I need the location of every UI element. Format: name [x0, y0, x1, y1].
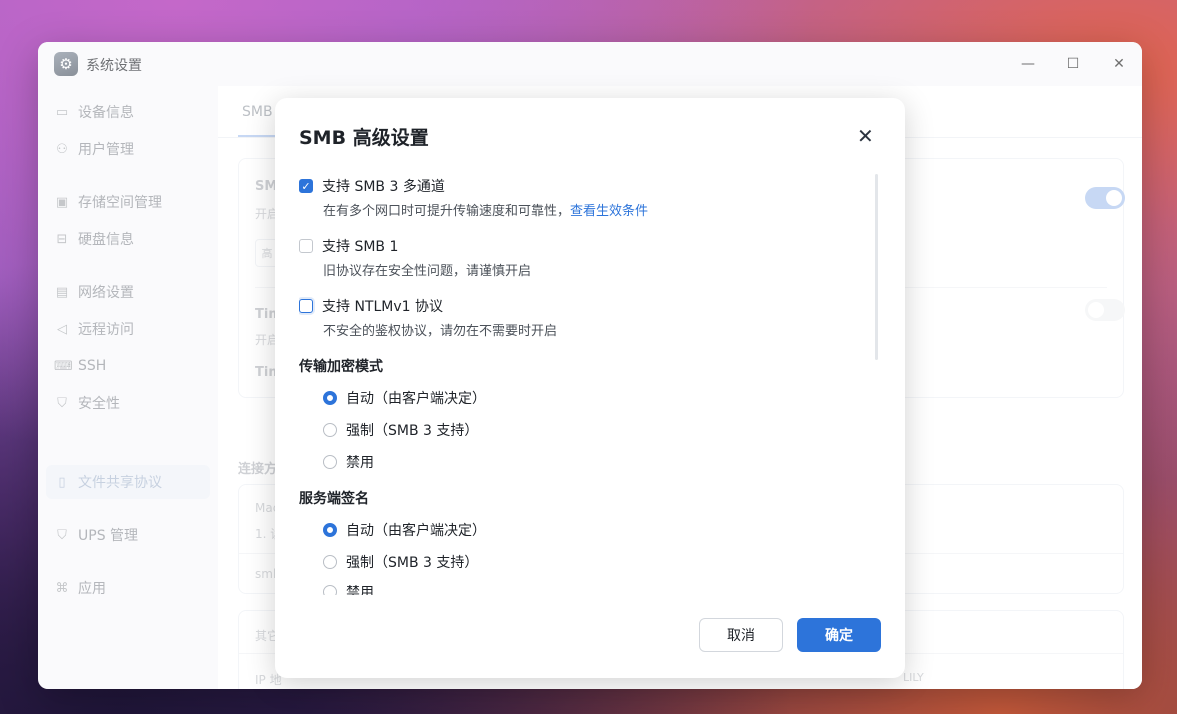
signing-option-auto[interactable]: 自动（由客户端决定）	[323, 520, 486, 540]
checkbox-icon[interactable]	[299, 299, 313, 313]
radio-icon[interactable]	[323, 423, 337, 437]
option-smb3-multichannel[interactable]: ✓ 支持 SMB 3 多通道	[299, 176, 445, 196]
checkbox-checked-icon[interactable]: ✓	[299, 179, 313, 193]
encryption-section-title: 传输加密模式	[299, 359, 383, 375]
option-description-text: 在有多个网口时可提升传输速度和可靠性，	[323, 204, 571, 219]
radio-label: 自动（由客户端决定）	[346, 523, 486, 539]
radio-label: 禁用	[346, 585, 374, 595]
signing-option-force[interactable]: 强制（SMB 3 支持）	[323, 552, 478, 572]
smb-advanced-dialog: SMB 高级设置 ✕ ✓ 支持 SMB 3 多通道 在有多个网口时可提升传输速度…	[275, 98, 905, 678]
signing-option-disable[interactable]: 禁用	[323, 582, 374, 595]
radio-label: 强制（SMB 3 支持）	[346, 555, 479, 571]
option-description: 不安全的鉴权协议，请勿在不需要时开启	[323, 324, 558, 339]
cancel-button[interactable]: 取消	[699, 618, 783, 652]
radio-icon[interactable]	[323, 585, 337, 595]
dialog-body: ✓ 支持 SMB 3 多通道 在有多个网口时可提升传输速度和可靠性，查看生效条件…	[299, 168, 859, 595]
dialog-scrollbar[interactable]	[875, 174, 878, 360]
radio-label: 强制（SMB 3 支持）	[346, 423, 479, 439]
option-description: 在有多个网口时可提升传输速度和可靠性，查看生效条件	[323, 200, 648, 219]
radio-selected-icon[interactable]	[323, 523, 337, 537]
encryption-option-auto[interactable]: 自动（由客户端决定）	[323, 388, 486, 408]
option-label: 支持 SMB 1	[322, 239, 399, 255]
radio-label: 禁用	[346, 455, 374, 471]
option-label: 支持 SMB 3 多通道	[322, 179, 445, 195]
view-conditions-link[interactable]: 查看生效条件	[570, 204, 648, 219]
checkbox-icon[interactable]	[299, 239, 313, 253]
radio-icon[interactable]	[323, 555, 337, 569]
encryption-option-force[interactable]: 强制（SMB 3 支持）	[323, 420, 478, 440]
radio-label: 自动（由客户端决定）	[346, 391, 486, 407]
radio-icon[interactable]	[323, 455, 337, 469]
option-ntlmv1[interactable]: 支持 NTLMv1 协议	[299, 296, 443, 316]
dialog-close-icon[interactable]: ✕	[857, 126, 874, 146]
confirm-button[interactable]: 确定	[797, 618, 881, 652]
option-description: 旧协议存在安全性问题，请谨慎开启	[323, 264, 532, 279]
option-label: 支持 NTLMv1 协议	[322, 299, 443, 315]
option-smb1[interactable]: 支持 SMB 1	[299, 236, 398, 256]
signing-section-title: 服务端签名	[299, 491, 369, 507]
radio-selected-icon[interactable]	[323, 391, 337, 405]
dialog-title: SMB 高级设置	[299, 127, 429, 149]
encryption-option-disable[interactable]: 禁用	[323, 452, 374, 472]
